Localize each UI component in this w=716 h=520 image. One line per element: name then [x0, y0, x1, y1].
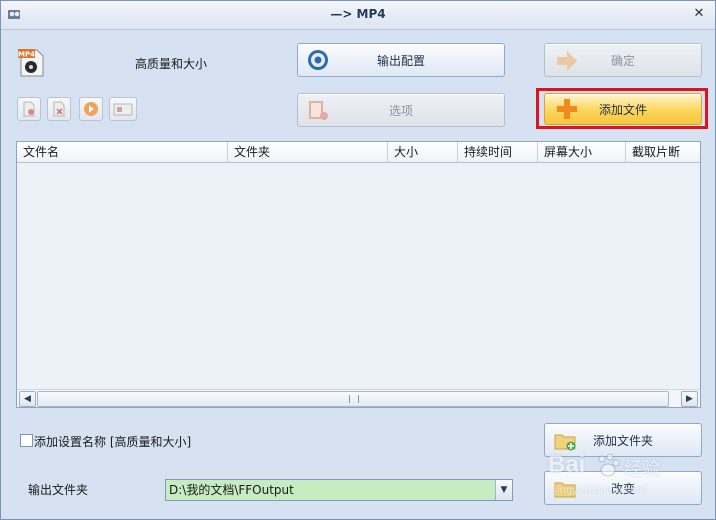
output-config-label: 输出配置	[376, 53, 425, 68]
title-bar: —> MP4 ✕	[1, 1, 715, 30]
column-filename[interactable]: 文件名	[17, 142, 228, 162]
output-folder-label: 输出文件夹	[28, 483, 89, 497]
remove-file-button[interactable]	[17, 97, 41, 121]
add-setting-name-checkbox[interactable]	[20, 434, 33, 447]
add-folder-label: 添加文件夹	[592, 433, 653, 448]
mp4-badge-text: MP4	[18, 51, 35, 59]
change-label: 改变	[610, 481, 635, 496]
horizontal-scrollbar[interactable]: ◀ ▶	[17, 389, 700, 407]
add-folder-button[interactable]: 添加文件夹	[544, 423, 702, 457]
column-folder[interactable]: 文件夹	[228, 142, 388, 162]
delete-icon	[53, 101, 65, 117]
column-duration[interactable]: 持续时间	[458, 142, 538, 162]
close-button[interactable]: ✕	[691, 5, 707, 23]
file-list-table[interactable]: 文件名 文件夹 大小 持续时间 屏幕大小 截取片断 ◀ ▶	[16, 141, 701, 408]
options-label: 选项	[388, 103, 413, 118]
chevron-down-icon[interactable]: ▼	[495, 480, 512, 500]
info-card-icon	[113, 103, 133, 116]
column-size[interactable]: 大小	[388, 142, 458, 162]
media-info-button[interactable]	[109, 97, 137, 121]
app-window: —> MP4 ✕ MP4 高质量和大小 输出配置 确定 选项 添加文件 文件名 …	[0, 0, 716, 520]
output-config-button[interactable]: 输出配置	[297, 43, 505, 77]
add-setting-name-label: 添加设置名称 [高质量和大小]	[34, 435, 192, 449]
remove-file-icon	[23, 101, 35, 117]
output-folder-path: D:\我的文档\FFOutput	[169, 483, 294, 497]
column-clip[interactable]: 截取片断	[626, 142, 700, 162]
scroll-left-button[interactable]: ◀	[19, 391, 36, 407]
mp4-file-icon: MP4	[18, 49, 44, 77]
window-title: —> MP4	[330, 7, 386, 21]
red-highlight-box	[536, 88, 708, 129]
output-folder-combo[interactable]: D:\我的文档\FFOutput ▼	[165, 479, 513, 501]
ok-button[interactable]: 确定	[544, 43, 702, 77]
change-button[interactable]: 改变	[544, 471, 702, 505]
column-screen-size[interactable]: 屏幕大小	[538, 142, 626, 162]
clear-list-button[interactable]	[47, 97, 71, 121]
scroll-thumb[interactable]	[37, 391, 669, 407]
ok-label: 确定	[610, 53, 635, 68]
scroll-right-button[interactable]: ▶	[681, 391, 698, 407]
options-button[interactable]: 选项	[297, 93, 505, 127]
table-header: 文件名 文件夹 大小 持续时间 屏幕大小 截取片断	[17, 142, 700, 163]
play-icon	[84, 102, 98, 116]
profile-name: 高质量和大小	[135, 57, 208, 71]
play-button[interactable]	[79, 97, 103, 121]
